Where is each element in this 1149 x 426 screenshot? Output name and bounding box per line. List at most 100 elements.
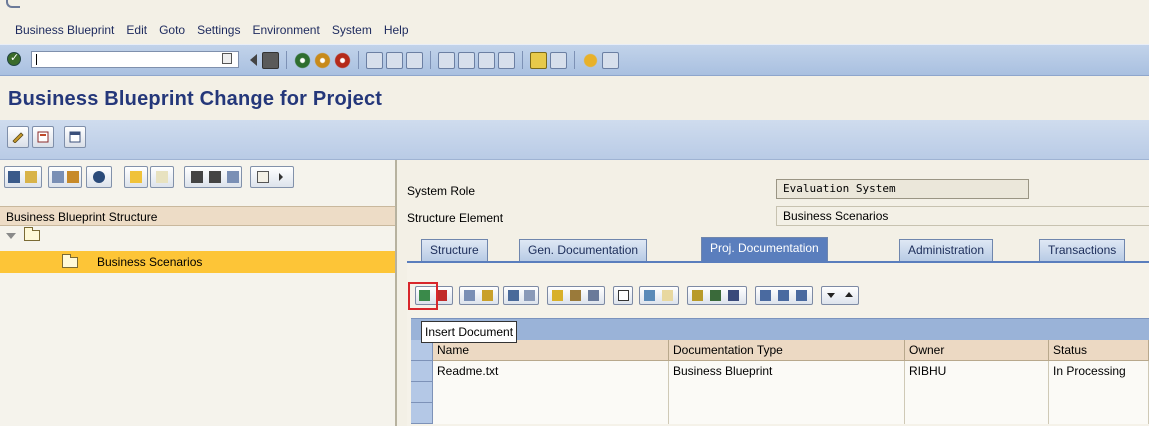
structure-buttons[interactable]	[639, 286, 679, 305]
filter-buttons[interactable]	[687, 286, 747, 305]
cell-status: In Processing	[1049, 361, 1149, 382]
last-page-icon[interactable]	[498, 51, 515, 69]
layout-menu-icon[interactable]	[602, 51, 619, 69]
folder-icon	[24, 227, 40, 241]
tab-administration[interactable]: Administration	[899, 239, 994, 261]
system-role-label: System Role	[407, 184, 476, 198]
menu-bar: Business Blueprint Edit Goto Settings En…	[0, 0, 1149, 42]
filter-icon	[692, 290, 703, 301]
display-change-button[interactable]	[7, 126, 29, 148]
tab-gen-documentation[interactable]: Gen. Documentation	[519, 239, 648, 261]
select-all-cell[interactable]	[411, 340, 433, 361]
cancel-icon[interactable]	[334, 51, 351, 69]
other-object-button[interactable]	[32, 126, 54, 148]
row-selector[interactable]	[411, 403, 433, 424]
tab-proj-documentation[interactable]: Proj. Documentation	[701, 237, 828, 261]
clipboard-buttons[interactable]	[547, 286, 605, 305]
overview-button[interactable]	[64, 126, 86, 148]
shortcut-icon[interactable]	[550, 51, 567, 69]
menu-goto[interactable]: Goto	[159, 23, 185, 37]
cell-documentation-type: Business Blueprint	[669, 361, 905, 382]
table-row[interactable]	[411, 403, 1149, 424]
system-role-row: System Role Evaluation System	[399, 179, 1149, 201]
structure-element-label: Structure Element	[407, 211, 504, 225]
structure-element-row: Structure Element Business Scenarios	[399, 206, 1149, 228]
column-header-documentation-type[interactable]: Documentation Type	[669, 340, 905, 361]
previous-page-icon[interactable]	[458, 51, 475, 69]
print-icon[interactable]	[366, 51, 383, 69]
find-icon	[191, 171, 203, 183]
cell-status	[1049, 403, 1149, 424]
cell-name	[433, 382, 669, 403]
hierarchy-icon	[644, 290, 655, 301]
toolbar-separator	[522, 51, 523, 69]
find-next-icon[interactable]	[406, 51, 423, 69]
next-page-icon[interactable]	[478, 51, 495, 69]
edit-document-button[interactable]	[459, 286, 499, 305]
column-header-name[interactable]: Name	[433, 340, 669, 361]
window-corner-icon	[6, 0, 20, 8]
command-history-icon[interactable]	[222, 53, 232, 64]
copy-document-button[interactable]	[503, 286, 539, 305]
pencil-icon	[482, 290, 493, 301]
insert-document-tooltip: Insert Document	[421, 321, 518, 343]
help-icon[interactable]	[582, 51, 599, 69]
first-page-icon[interactable]	[438, 51, 455, 69]
row-selector[interactable]	[411, 382, 433, 403]
menu-business-blueprint[interactable]: Business Blueprint	[15, 23, 114, 37]
scroll-buttons[interactable]	[821, 286, 859, 305]
menu-edit[interactable]: Edit	[126, 23, 147, 37]
tab-transactions[interactable]: Transactions	[1039, 239, 1126, 261]
cell-owner: RIBHU	[905, 361, 1049, 382]
print-icon	[778, 290, 789, 301]
export-buttons[interactable]	[755, 286, 813, 305]
page-title: Business Blueprint Change for Project	[8, 88, 383, 110]
menu-system[interactable]: System	[332, 23, 372, 37]
tree-collapse-icon	[52, 171, 64, 183]
sum-icon	[728, 290, 739, 301]
copy-icon	[156, 171, 168, 183]
find-icon[interactable]	[386, 51, 403, 69]
paste-icon	[524, 290, 535, 301]
collapse-arrow-icon[interactable]	[250, 54, 257, 66]
filter-icon	[257, 171, 269, 183]
table-icon	[588, 290, 599, 301]
command-field[interactable]	[31, 51, 239, 68]
folder-open-icon	[62, 254, 78, 268]
collapse-tree-button[interactable]	[48, 166, 82, 188]
expand-triangle-icon[interactable]	[6, 232, 16, 239]
exit-icon[interactable]	[314, 51, 331, 69]
copy-node-button[interactable]	[150, 166, 174, 188]
table-row[interactable]: Readme.txt Business Blueprint RIBHU In P…	[411, 361, 1149, 382]
enter-check-icon[interactable]	[7, 51, 21, 66]
table-row[interactable]	[411, 382, 1149, 403]
new-session-icon[interactable]	[530, 51, 547, 69]
tab-structure[interactable]: Structure	[421, 239, 488, 261]
column-header-status[interactable]: Status	[1049, 340, 1149, 361]
refresh-button[interactable]	[86, 166, 112, 188]
filter-button[interactable]	[250, 166, 294, 188]
column-header-owner[interactable]: Owner	[905, 340, 1049, 361]
export-icon	[760, 290, 771, 301]
expand-tree-button[interactable]	[4, 166, 42, 188]
cell-owner	[905, 403, 1049, 424]
tree-node-icon	[67, 171, 79, 183]
menu-environment[interactable]: Environment	[252, 23, 319, 37]
trash-button[interactable]	[613, 286, 633, 305]
create-node-button[interactable]	[124, 166, 148, 188]
back-icon[interactable]	[294, 51, 311, 69]
pencil-glasses-icon	[12, 132, 24, 143]
detail-pane: System Role Evaluation System Structure …	[399, 160, 1149, 426]
print-icon	[227, 171, 239, 183]
tree-item-business-scenarios[interactable]: Business Scenarios	[0, 251, 395, 273]
menu-help[interactable]: Help	[384, 23, 409, 37]
cell-documentation-type	[669, 382, 905, 403]
save-icon[interactable]	[262, 51, 279, 69]
search-buttons[interactable]	[184, 166, 242, 188]
row-selector[interactable]	[411, 361, 433, 382]
clipboard-icon	[570, 290, 581, 301]
system-role-field: Evaluation System	[776, 179, 1029, 199]
menu-settings[interactable]: Settings	[197, 23, 240, 37]
more-arrow-icon	[279, 173, 283, 181]
tree-root-node[interactable]	[6, 227, 40, 241]
